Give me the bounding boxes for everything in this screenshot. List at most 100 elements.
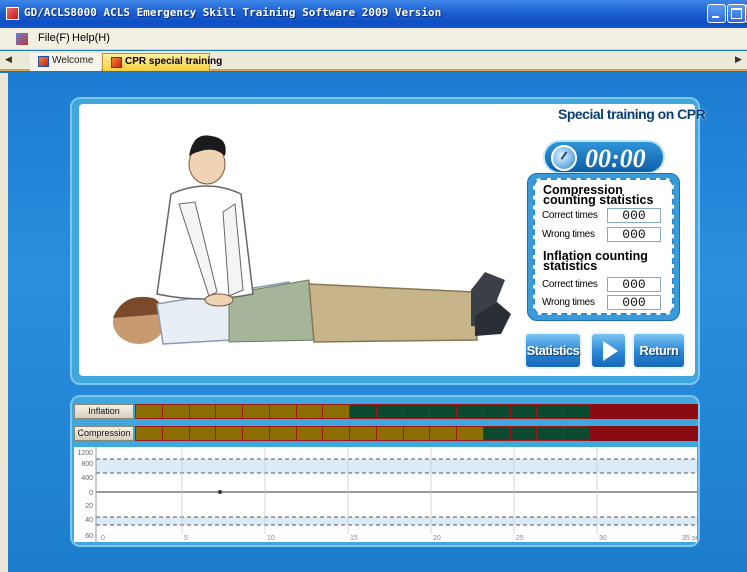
compression-correct-value: 000 [607,208,661,223]
menu-app-icon [16,33,28,45]
y-tick-label: 40 [85,517,93,524]
inflation-segment [670,404,698,419]
compression-segment [670,426,698,441]
compression-segment [482,426,511,441]
x-tick-label: 20 [433,535,441,542]
compression-segment [322,426,351,441]
compression-segment [509,426,538,441]
inflation-segment [563,404,591,419]
window-title: GD/ACLS8000 ACLS Emergency Skill Trainin… [24,6,442,19]
x-tick-label: 5 [184,535,188,542]
inflation-segment [268,404,297,419]
maximize-button[interactable] [727,4,746,23]
inflation-segment [456,404,484,419]
y-tick-label: 400 [81,475,93,482]
left-edge [0,73,8,572]
app-icon [6,7,19,20]
compression-stats-heading: Compression counting statistics [543,183,654,207]
inflation-segment [215,404,244,419]
timer-display: 00:00 [543,140,665,174]
y-tick-label: 800 [81,461,93,468]
compression-segment [616,426,645,441]
compression-wrong-label: Wrong times [542,229,595,240]
panel-title: Special training on CPR [558,106,706,122]
minimize-button[interactable] [707,4,726,23]
inflation-segment [135,404,163,419]
inflation-segment [616,404,645,419]
compression-segment [456,426,484,441]
compression-segment [349,426,377,441]
stopwatch-icon [551,145,577,171]
y-tick-label: 60 [85,533,93,540]
compression-segment [268,426,297,441]
x-tick-label: 15 [350,535,358,542]
x-tick-label: 30 [599,535,607,542]
y-tick-label: 20 [85,503,93,510]
timer-value: 00:00 [585,144,646,173]
tab-welcome-label: Welcome [52,55,94,66]
cpr-illustration [113,135,511,345]
tab-scroll-right-icon[interactable]: ▶ [735,54,742,65]
x-tick-label: 25 [516,535,524,542]
compression-segment [161,426,190,441]
compression-segment [429,426,458,441]
tab-welcome[interactable]: Welcome [30,53,101,71]
inflation-correct-value: 000 [607,277,661,292]
compression-segment [135,426,163,441]
title-bar: GD/ACLS8000 ACLS Emergency Skill Trainin… [0,0,747,28]
x-tick-label: 0 [101,535,105,542]
tab-cpr-label: CPR special training [125,56,223,67]
rescuer-figure [156,135,254,307]
waveform-point [218,490,222,494]
inflation-segment [509,404,538,419]
inflation-wrong-value: 000 [607,295,661,310]
y-tick-label: 1200 [77,450,93,457]
compression-segment [215,426,244,441]
inflation-segment [536,404,565,419]
app-window: GD/ACLS8000 ACLS Emergency Skill Trainin… [0,0,747,572]
inflation-segment [429,404,458,419]
play-button[interactable] [590,332,627,369]
inflation-bar-label: Inflation [74,404,134,419]
tab-strip: ◀ Welcome CPR special training ▶ [0,51,747,71]
inflation-correct-label: Correct times [542,279,598,290]
inflation-segment [161,404,190,419]
compression-bar-label: Compression [74,426,134,441]
compression-segment [375,426,404,441]
menu-help[interactable]: Help(H) [72,32,110,44]
tab-cpr-special-training[interactable]: CPR special training [102,53,222,71]
y-tick-label: 0 [89,490,93,497]
compression-segment [402,426,431,441]
inflation-segment [349,404,377,419]
compression-correct-label: Correct times [542,210,598,221]
statistics-button[interactable]: Statistics [524,332,582,369]
inflation-segment [589,404,618,419]
inflation-segment [242,404,270,419]
inflation-segment [375,404,404,419]
tab-scroll-left-icon[interactable]: ◀ [5,54,12,65]
return-button[interactable]: Return [632,332,686,369]
inflation-segment [643,404,672,419]
cpr-tab-icon [111,57,122,68]
compression-segment [242,426,270,441]
compression-segment [589,426,618,441]
waveform-graph: 1200 800 400 0 20 40 60 0 5 10 15 20 25 30 35 sec [74,447,697,542]
x-tick-label: 10 [267,535,275,542]
welcome-tab-icon [38,56,49,67]
menu-bar: File(F) Help(H) [0,28,747,50]
waveform-chart: 1200 800 400 0 20 40 60 0 5 10 15 20 25 30 35 sec [77,447,697,542]
menu-file[interactable]: File(F) [38,32,70,44]
compression-segment [643,426,672,441]
compression-segment [563,426,591,441]
compression-segment [188,426,217,441]
compression-segment [536,426,565,441]
inflation-segment [402,404,431,419]
inflation-segment [295,404,324,419]
x-tick-label: 35 sec [682,535,697,542]
inflation-stats-heading: Inflation counting statistics [543,249,648,273]
compression-wrong-value: 000 [607,227,661,242]
inflation-segment [322,404,351,419]
inflation-segment [482,404,511,419]
inflation-wrong-label: Wrong times [542,297,595,308]
play-icon [603,341,618,361]
